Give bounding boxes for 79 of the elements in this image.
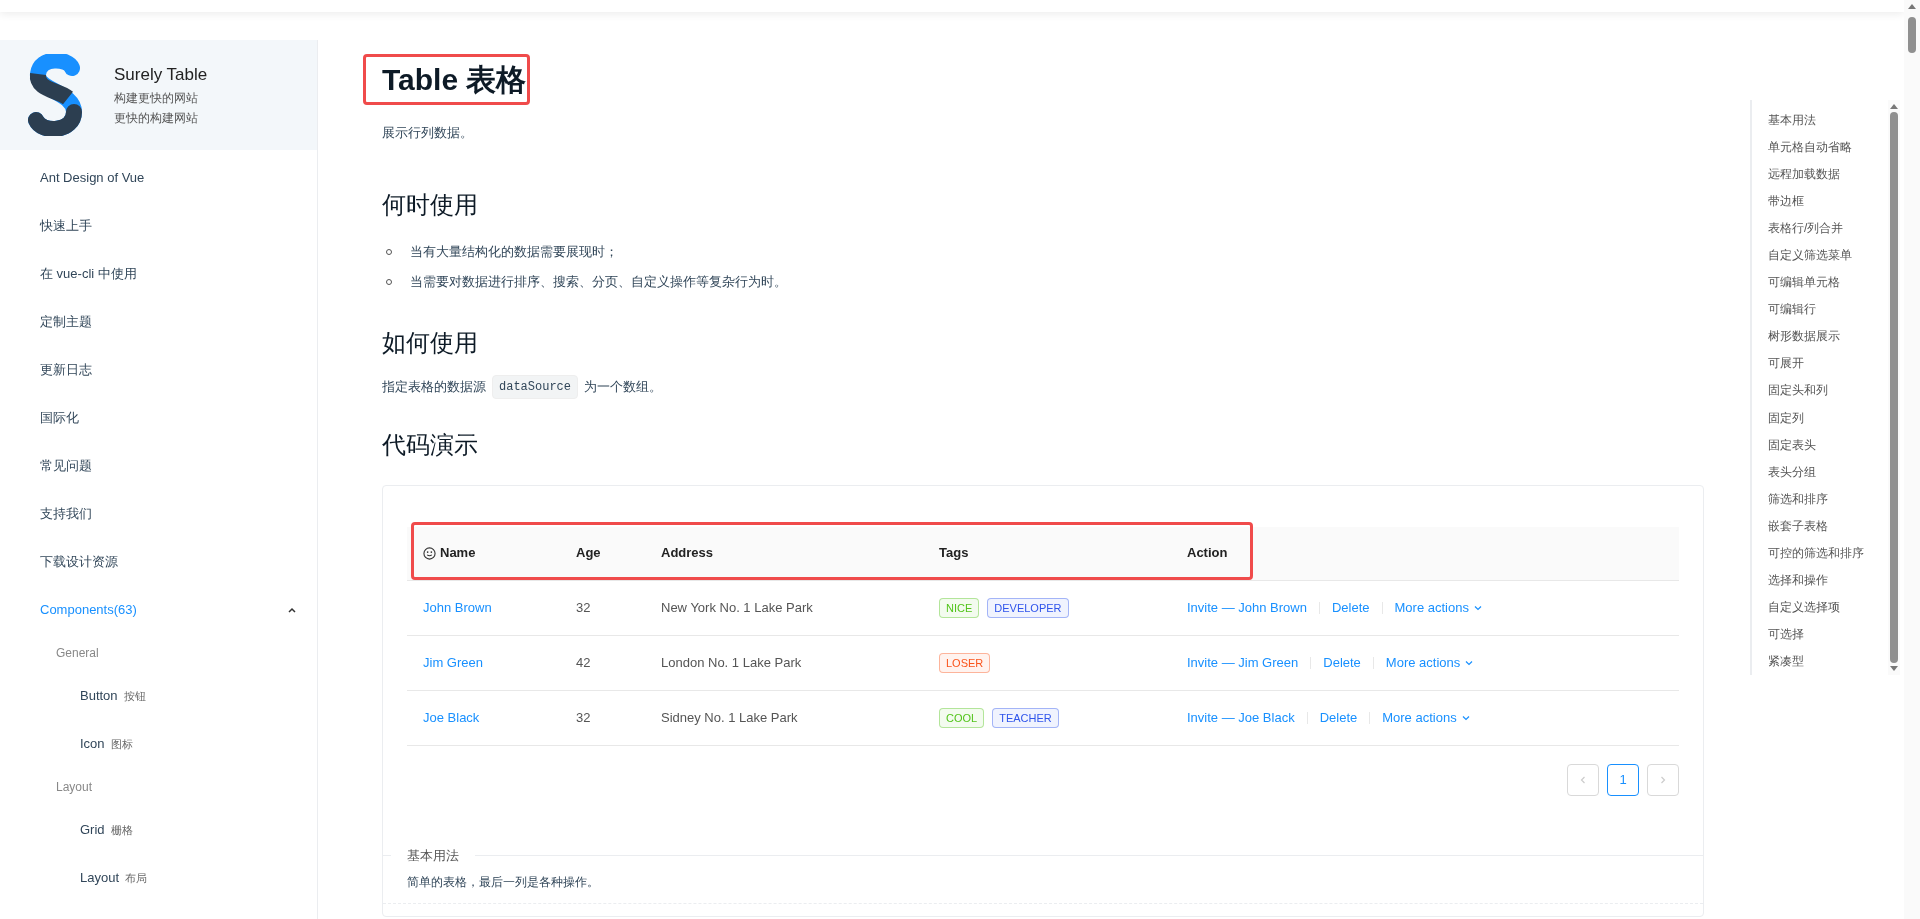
bullet-text: 当需要对数据进行排序、搜索、分页、自定义操作等复杂行为时。 bbox=[410, 272, 787, 291]
toc-link[interactable]: 固定表头 bbox=[1768, 435, 1816, 454]
section-heading: 代码演示 bbox=[382, 429, 478, 460]
toc-link[interactable]: 自定义选择项 bbox=[1768, 598, 1840, 617]
chevron-left-icon bbox=[1578, 774, 1588, 785]
smile-icon bbox=[423, 546, 436, 560]
brand-tagline: 构建更快的网站 bbox=[114, 90, 199, 107]
demo-description: 简单的表格，最后一列是各种操作。 bbox=[407, 874, 599, 891]
toc-link[interactable]: 可编辑单元格 bbox=[1768, 273, 1840, 292]
inline-code: dataSource bbox=[492, 374, 578, 399]
body-text: 为一个数组。 bbox=[584, 377, 662, 396]
demo-title: 基本用法 bbox=[406, 846, 460, 865]
toc-link[interactable]: 选择和操作 bbox=[1768, 571, 1828, 590]
caret-icon bbox=[287, 605, 297, 615]
column-header: Address bbox=[661, 544, 714, 563]
nav-link[interactable]: 国际化 bbox=[40, 408, 79, 428]
table-cell: Sidney No. 1 Lake Park bbox=[661, 709, 798, 725]
tag: COOL bbox=[939, 707, 985, 728]
toc-link[interactable]: 远程加载数据 bbox=[1768, 164, 1840, 183]
table-cell: 32 bbox=[576, 709, 591, 725]
body-text: 指定表格的数据源 bbox=[382, 377, 486, 396]
column-header: Name bbox=[440, 544, 476, 563]
brand-tagline: 更快的构建网站 bbox=[114, 110, 199, 127]
tag: DEVELOPER bbox=[987, 597, 1069, 618]
toc-link[interactable]: 表格行/列合并 bbox=[1768, 218, 1844, 237]
intro-text: 展示行列数据。 bbox=[382, 124, 473, 142]
tag: LOSER bbox=[939, 652, 991, 673]
toc-link[interactable]: 紧凑型 bbox=[1768, 652, 1804, 671]
toc-link[interactable]: 基本用法 bbox=[1768, 110, 1816, 129]
nav-link[interactable]: 快速上手 bbox=[40, 216, 92, 236]
scroll-thumb[interactable] bbox=[1908, 17, 1916, 53]
nav-link[interactable]: 在 vue-cli 中使用 bbox=[40, 264, 137, 284]
nav-link[interactable]: Button 按钮 bbox=[0, 672, 146, 720]
section-heading: 如何使用 bbox=[382, 327, 478, 358]
toc-link[interactable]: 嵌套子表格 bbox=[1768, 516, 1828, 535]
table-cell: New York No. 1 Lake Park bbox=[661, 599, 813, 615]
section-heading: 何时使用 bbox=[382, 189, 478, 220]
scroll-down-icon[interactable] bbox=[1890, 666, 1898, 672]
toc-scrollbar[interactable] bbox=[1888, 100, 1900, 675]
nav-link[interactable]: 定制主题 bbox=[40, 312, 92, 332]
toc-link[interactable]: 自定义筛选菜单 bbox=[1768, 246, 1852, 264]
toc-link[interactable]: 可展开 bbox=[1768, 354, 1804, 373]
chevron-right-icon bbox=[1658, 774, 1668, 785]
logo-icon bbox=[28, 54, 84, 136]
brand-title: Surely Table bbox=[114, 64, 208, 86]
toc-link[interactable]: 可选择 bbox=[1768, 625, 1804, 644]
table-cell: 32 bbox=[576, 599, 591, 615]
toc-link[interactable]: 带边框 bbox=[1768, 191, 1804, 210]
table-cell: London No. 1 Lake Park bbox=[661, 654, 802, 670]
group-title: Layout bbox=[56, 779, 93, 796]
nav-link[interactable]: Ant Design of Vue bbox=[40, 168, 145, 188]
column-header: Tags bbox=[939, 544, 969, 563]
toc-link[interactable]: 树形数据展示 bbox=[1768, 327, 1840, 346]
toc-link[interactable]: 筛选和排序 bbox=[1768, 489, 1828, 508]
table-cell: 42 bbox=[576, 654, 591, 670]
column-header: Age bbox=[576, 544, 601, 563]
scroll-up-icon[interactable] bbox=[1890, 103, 1898, 109]
toc-link[interactable]: 单元格自动省略 bbox=[1768, 137, 1852, 156]
nav-link[interactable]: Icon 图标 bbox=[0, 720, 133, 768]
nav-link[interactable]: 下载设计资源 bbox=[40, 552, 118, 572]
toc-link[interactable]: 固定头和列 bbox=[1768, 381, 1828, 400]
page-title: Table 表格 bbox=[382, 61, 527, 98]
nav-link[interactable]: 常见问题 bbox=[40, 456, 92, 476]
toc-link[interactable]: 可控的筛选和排序 bbox=[1768, 544, 1864, 563]
column-header: Action bbox=[1187, 544, 1228, 563]
toc-link[interactable]: 表头分组 bbox=[1768, 462, 1816, 481]
nav-link[interactable]: Grid 栅格 bbox=[0, 806, 133, 854]
toc-link[interactable]: 固定列 bbox=[1768, 408, 1804, 427]
nav-link[interactable]: 支持我们 bbox=[40, 504, 92, 524]
group-title: General bbox=[56, 645, 99, 662]
tag: TEACHER bbox=[992, 707, 1059, 728]
tag: NICE bbox=[939, 597, 980, 618]
nav-link[interactable]: 更新日志 bbox=[40, 360, 92, 380]
page-scrollbar[interactable] bbox=[1904, 0, 1920, 919]
bullet-text: 当有大量结构化的数据需要展现时； bbox=[410, 242, 618, 261]
scroll-thumb[interactable] bbox=[1890, 112, 1898, 663]
scroll-up-icon[interactable] bbox=[1908, 3, 1916, 9]
toc-link[interactable]: 可编辑行 bbox=[1768, 300, 1816, 319]
nav-link[interactable]: Layout 布局 bbox=[0, 854, 148, 902]
